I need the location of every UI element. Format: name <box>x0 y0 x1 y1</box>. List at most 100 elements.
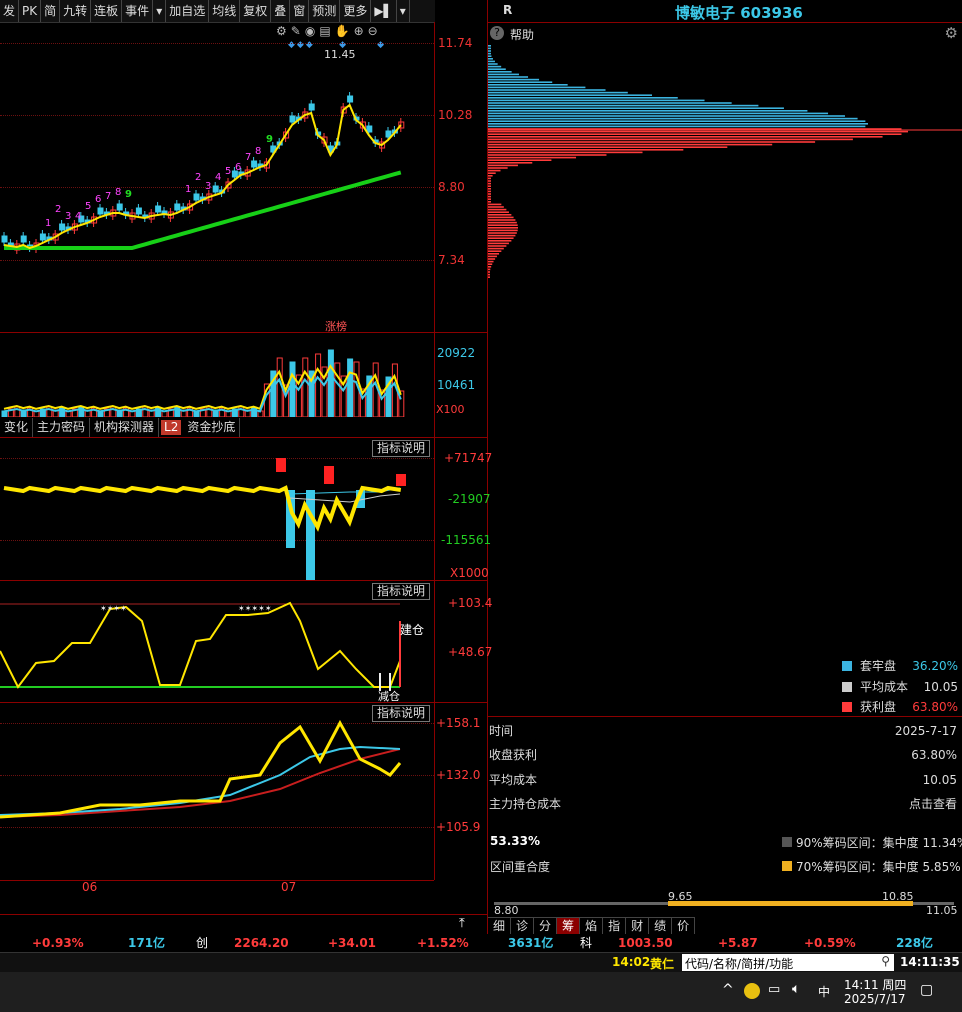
news-text[interactable]: 黄仁 <box>650 955 674 972</box>
money-bar <box>276 458 286 472</box>
volume-chart[interactable] <box>0 333 434 417</box>
status-item: 科 <box>580 936 593 950</box>
chip-bar <box>488 76 529 78</box>
money-bar <box>324 466 334 484</box>
status-item: +5.87 <box>718 936 758 950</box>
ma-axis-label: +132.0 <box>436 768 481 782</box>
td-mark: 6 <box>95 194 102 205</box>
gear-icon[interactable]: ⚙ <box>945 24 958 42</box>
chip-bar <box>488 211 509 213</box>
chip-bar <box>488 78 540 81</box>
td-sequence-group-1: 1 2 3 4 5 6 7 8 9 <box>44 182 144 232</box>
td-mark: 3 <box>65 211 72 222</box>
chip-bar <box>488 120 866 122</box>
chart-toolbar: 发 PK 简 九转 连板 事件 ▾ 加自选 均线 复权 叠 窗 预测 更多 ▶▌… <box>0 0 435 23</box>
chip-bar <box>488 154 607 156</box>
chip-bar <box>488 60 495 63</box>
chip-bar <box>488 55 492 57</box>
info-value: 63.80% <box>911 748 957 762</box>
notification-icon[interactable]: ▢ <box>920 982 933 998</box>
info-profit: 收盘获利 63.80% <box>489 746 959 764</box>
taskbar-time[interactable]: 14:11 周四 <box>844 976 906 993</box>
tab-fen[interactable]: 分 <box>534 918 558 935</box>
high-price-marker: 11.45 <box>324 48 356 61</box>
toolbar-btn-forecast[interactable]: 预测 <box>309 0 341 22</box>
toolbar-btn-fuquan[interactable]: 复权 <box>240 0 272 22</box>
toolbar-btn-overlay[interactable]: 叠 <box>271 0 291 22</box>
chip-bar <box>488 117 858 120</box>
tab-bottom-fishing[interactable]: 资金抄底 <box>183 418 241 437</box>
toolbar-btn-more[interactable]: 更多 <box>340 0 372 22</box>
chip-bar <box>488 240 512 242</box>
scroll-top-icon[interactable]: ⤒ <box>459 916 465 931</box>
help-icon[interactable]: ? <box>490 26 504 40</box>
volume-unit: X100 <box>436 403 465 416</box>
toolbar-btn-lianban[interactable]: 连板 <box>91 0 123 22</box>
windows-taskbar: ^ ▭ 🔈︎ 中 14:11 周四 2025/7/17 ▢ <box>0 972 962 1012</box>
chip-bar <box>488 242 509 245</box>
stock-title[interactable]: 博敏电子 603936 <box>675 2 803 23</box>
tab-change[interactable]: 变化 <box>0 418 34 437</box>
tab-performance[interactable]: 绩 <box>649 918 673 935</box>
tab-detail[interactable]: 细 <box>488 918 512 935</box>
info-value: 2025-7-17 <box>894 724 957 738</box>
build-position-label: 建仓 <box>400 623 425 637</box>
ime-indicator[interactable]: 中 <box>818 983 830 1000</box>
tab-chips[interactable]: 筹 <box>557 918 581 935</box>
chip-bar <box>488 232 517 234</box>
network-icon[interactable]: ▭ <box>768 982 780 997</box>
info-time: 时间 2025-7-17 <box>489 722 959 740</box>
toolbar-btn-ma[interactable]: 均线 <box>209 0 241 22</box>
toolbar-btn-window[interactable]: 窗 <box>290 0 310 22</box>
chip-distribution-chart[interactable] <box>488 45 962 285</box>
candle-body <box>347 95 354 103</box>
toolbar-dropdown2-icon[interactable]: ▾ <box>397 0 410 22</box>
volume-icon[interactable]: 🔈︎ <box>792 981 800 997</box>
toolbar-btn-jian[interactable]: 简 <box>41 0 61 22</box>
right-panel-tabs: 细 诊 分 筹 焰 指 财 绩 价 <box>488 917 696 935</box>
tab-finance[interactable]: 财 <box>626 918 650 935</box>
search-input[interactable]: 代码/名称/简拼/功能 ⚲ <box>682 954 894 971</box>
toolbar-btn-shijian[interactable]: 事件 <box>122 0 154 22</box>
c70-text: 70%筹码区间：集中度 5.85% <box>796 860 961 874</box>
chip-bar <box>488 130 908 133</box>
status-item: +0.59% <box>804 936 856 950</box>
toolbar-btn-pk[interactable]: PK <box>19 0 42 22</box>
candle-body <box>20 235 27 243</box>
chip-bar <box>488 172 496 174</box>
search-icon[interactable]: ⚲ <box>881 954 890 968</box>
td-mark: 4 <box>75 211 82 222</box>
tab-index[interactable]: 指 <box>603 918 627 935</box>
toolbar-btn-fa[interactable]: 发 <box>0 0 20 22</box>
oscillator-chart[interactable] <box>0 581 434 701</box>
tab-main-code[interactable]: 主力密码 <box>33 418 91 437</box>
chip-bar <box>488 234 516 237</box>
tab-price[interactable]: 价 <box>672 918 696 935</box>
tab-diagnose[interactable]: 诊 <box>511 918 535 935</box>
td-mark: 7 <box>105 191 112 202</box>
help-label[interactable]: 帮助 <box>510 26 534 43</box>
money-bar <box>396 474 406 486</box>
chip-bar <box>488 91 628 94</box>
l2-badge[interactable]: L2 <box>161 420 182 435</box>
ma-chart[interactable] <box>0 703 434 880</box>
toolbar-btn-jiuzhuan[interactable]: 九转 <box>60 0 92 22</box>
chip-bar <box>488 151 643 154</box>
tab-institution-detector[interactable]: 机构探测器 <box>90 418 160 437</box>
taskbar-date[interactable]: 2025/7/17 <box>844 992 906 1006</box>
tab-flame[interactable]: 焰 <box>580 918 604 935</box>
info-key: 平均成本 <box>489 773 538 787</box>
volume-bar <box>327 349 334 417</box>
legend-label: 平均成本 <box>860 680 909 694</box>
info-value: 10.05 <box>922 773 957 787</box>
app-tray-icon[interactable] <box>744 983 760 999</box>
chart-axis-line <box>434 22 435 880</box>
chevron-up-icon[interactable]: ^ <box>722 982 734 998</box>
view-main-cost-link[interactable]: 点击查看 <box>909 795 957 813</box>
toolbar-dropdown-icon[interactable]: ▾ <box>153 0 167 22</box>
toolbar-expand-icon[interactable]: ▶▌ <box>371 0 397 22</box>
chip-bar <box>488 141 816 143</box>
toolbar-btn-add-watch[interactable]: 加自选 <box>166 0 210 22</box>
money-flow-chart[interactable] <box>0 438 434 580</box>
help-bar: ? 帮助 ⚙ <box>490 24 960 43</box>
